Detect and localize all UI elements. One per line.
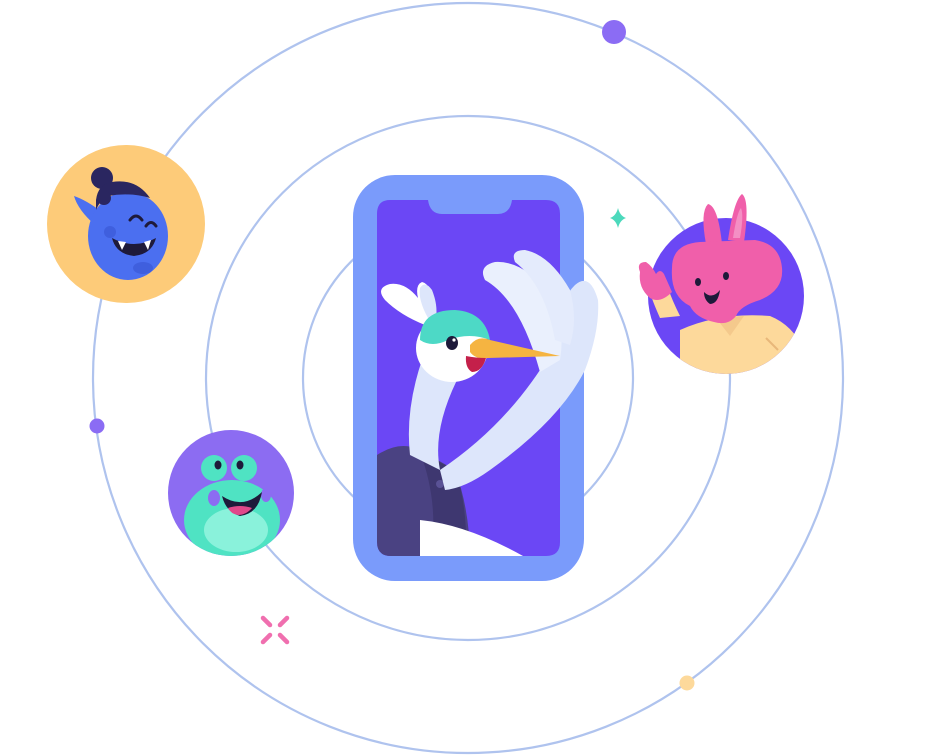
frog-eye-right	[236, 460, 244, 470]
pink-bunny-avatar	[638, 194, 804, 374]
four-point-sparkle-icon	[610, 208, 626, 228]
orbit-dot-top	[602, 20, 626, 44]
ogre-hair-knot	[97, 191, 111, 205]
frog-cheek-left	[208, 490, 220, 506]
social-orbit-illustration	[47, 1, 845, 755]
ogre-head	[88, 192, 168, 280]
frog-eye-bump-right	[231, 455, 257, 481]
bunny-eye-left	[695, 278, 701, 286]
frog-eye-left	[214, 460, 222, 470]
frog-eye-bump-left	[201, 455, 227, 481]
frog-belly	[204, 508, 268, 552]
green-frog-avatar	[168, 430, 294, 556]
ogre-cheek	[104, 226, 116, 238]
cross-sparkle-icon	[260, 615, 290, 645]
orbit-dot-left	[89, 418, 105, 434]
bird-eye-shine	[452, 338, 456, 342]
frog-cheek-right	[261, 488, 271, 502]
orbit-dot-bottom	[679, 675, 695, 691]
suit-button	[436, 480, 444, 488]
ogre-chin	[133, 262, 153, 274]
bird-eye	[446, 336, 458, 350]
bunny-eye-right	[723, 272, 729, 280]
smartphone-icon	[353, 175, 599, 581]
blue-ogre-avatar	[47, 145, 205, 303]
